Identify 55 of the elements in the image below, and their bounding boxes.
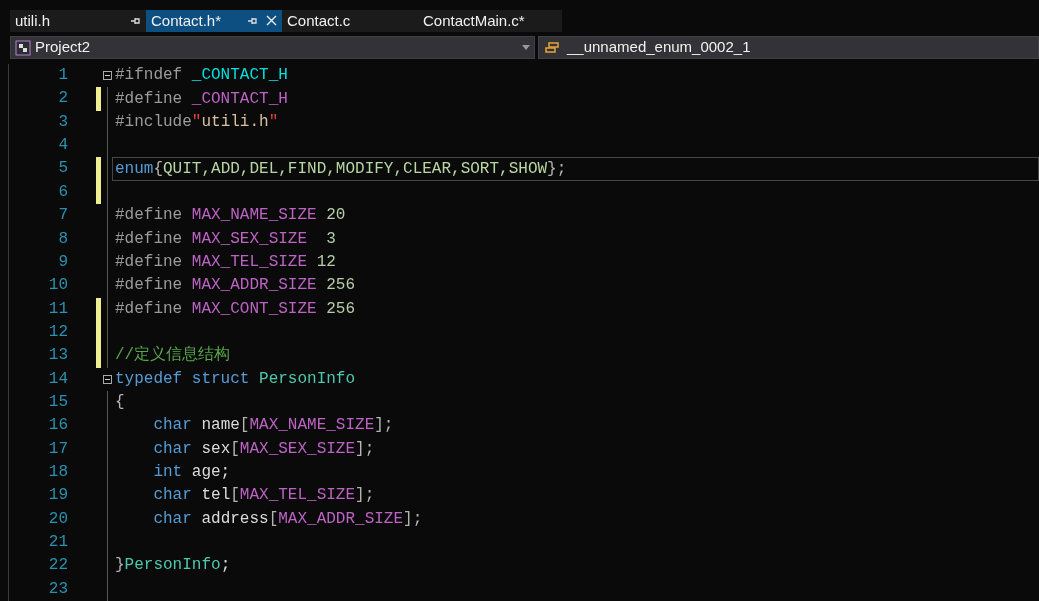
line-number: 1 xyxy=(57,65,68,87)
code-line: #include"utili.h" xyxy=(114,111,279,133)
line-number: 17 xyxy=(47,438,68,460)
pin-icon[interactable] xyxy=(247,15,258,26)
line-number: 2 xyxy=(57,88,68,110)
member-name: __unnamed_enum_0002_1 xyxy=(567,37,751,58)
project-name: Project2 xyxy=(35,37,92,58)
project-dropdown[interactable]: Project2 xyxy=(10,36,535,60)
line-number: 11 xyxy=(47,298,68,320)
code-line: #define MAX_TEL_SIZE 12 xyxy=(114,252,336,273)
close-icon[interactable] xyxy=(266,15,277,27)
code-line: }PersonInfo; xyxy=(114,555,231,577)
code-line: #define _CONTACT_H xyxy=(114,88,288,110)
enum-icon xyxy=(545,41,559,54)
line-number: 4 xyxy=(57,135,68,157)
change-marker xyxy=(96,87,101,111)
code-line: char tel[MAX_TEL_SIZE]; xyxy=(152,485,375,507)
line-number: 23 xyxy=(47,578,68,600)
pin-icon[interactable] xyxy=(130,15,141,26)
project-icon xyxy=(15,39,31,56)
caret-icon xyxy=(522,45,530,51)
line-number: 3 xyxy=(57,111,68,133)
code-line: int age; xyxy=(152,462,231,484)
code-line: #ifndef _CONTACT_H xyxy=(114,65,288,87)
code-line: { xyxy=(114,392,125,414)
code-line: #define MAX_NAME_SIZE 20 xyxy=(114,205,346,227)
code-line: char address[MAX_ADDR_SIZE]; xyxy=(152,508,423,530)
code-line: enum{QUIT,ADD,DEL,FIND,MODIFY,CLEAR,SORT,SHOW}; xyxy=(114,158,567,180)
line-number: 21 xyxy=(47,531,68,553)
line-number: 20 xyxy=(47,508,68,530)
line-number: 5 xyxy=(57,158,68,180)
collapse-icon[interactable] xyxy=(102,374,112,384)
code-line: typedef struct PersonInfo xyxy=(114,368,356,390)
line-number: 6 xyxy=(57,181,68,203)
line-number: 18 xyxy=(47,461,68,483)
code-line: char sex[MAX_SEX_SIZE]; xyxy=(152,438,375,460)
line-number: 14 xyxy=(47,368,68,390)
collapse-icon[interactable] xyxy=(102,71,112,81)
line-number: 16 xyxy=(47,415,68,437)
code-line: char name[MAX_NAME_SIZE]; xyxy=(152,415,394,437)
code-comment: //定义信息结构 xyxy=(114,345,231,367)
line-number: 10 xyxy=(47,275,68,297)
code-line: #define MAX_CONT_SIZE 256 xyxy=(114,298,356,320)
line-number: 22 xyxy=(47,555,68,577)
member-dropdown[interactable]: __unnamed_enum_0002_1 xyxy=(538,36,1039,60)
line-number: 19 xyxy=(47,485,68,507)
line-number: 9 xyxy=(57,251,68,273)
line-number: 8 xyxy=(57,228,68,250)
line-number: 7 xyxy=(57,205,68,227)
line-number: 15 xyxy=(47,391,68,413)
line-number: 13 xyxy=(47,345,68,367)
file-tab[interactable]: Contact.h* xyxy=(146,9,282,33)
code-line: #define MAX_ADDR_SIZE 256 xyxy=(114,275,356,297)
code-line: #define MAX_SEX_SIZE 3 xyxy=(114,228,336,250)
line-number: 12 xyxy=(47,321,68,343)
